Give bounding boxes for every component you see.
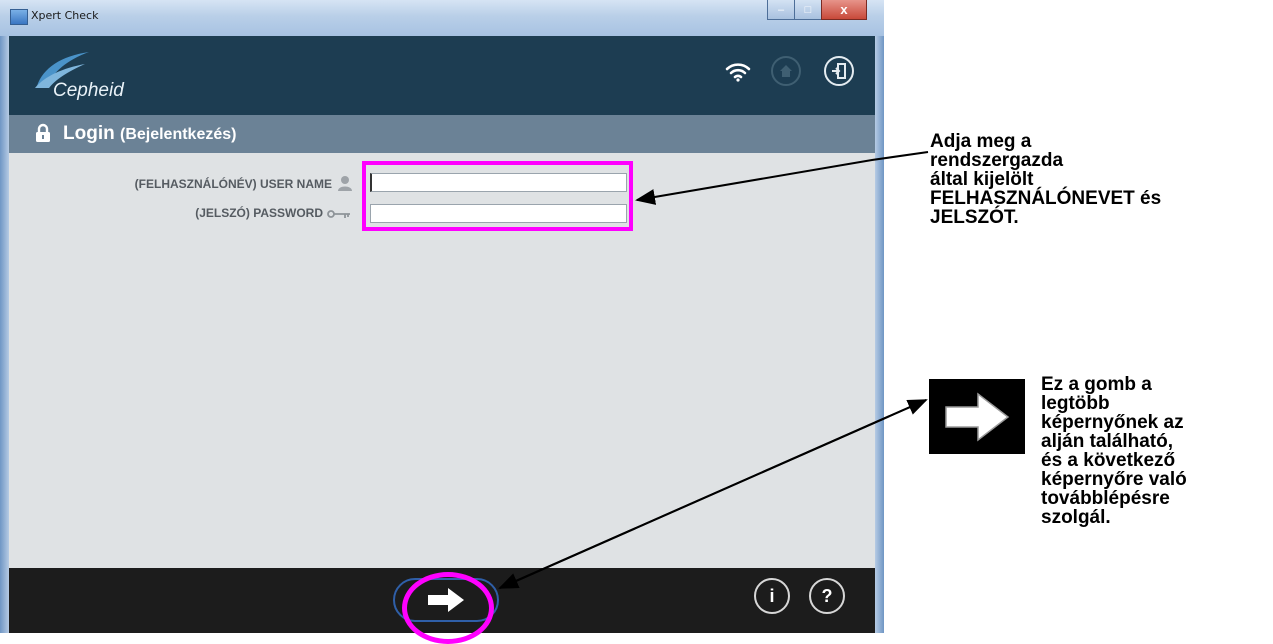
page-title-translation: (Bejelentkezés): [119, 126, 237, 143]
username-label: (FELHASZNÁLÓNÉV) USER NAME: [134, 177, 332, 191]
password-label: (JELSZÓ) PASSWORD: [195, 206, 323, 220]
next-annotation-line: képernyőre való: [1041, 469, 1187, 490]
page-title: Login (Bejelentkezés): [63, 123, 236, 145]
help-button[interactable]: ?: [809, 578, 845, 614]
info-button[interactable]: i: [754, 578, 790, 614]
minimize-button[interactable]: –: [767, 0, 794, 20]
app-icon: [10, 9, 28, 25]
fields-annotation-line: által kijelölt: [930, 169, 1034, 190]
window-title: Xpert Check: [31, 9, 99, 22]
next-annotation-line: képernyőnek az: [1041, 412, 1184, 433]
logo-text: Cepheid: [53, 80, 124, 101]
exit-button[interactable]: [824, 56, 854, 86]
next-annotation-line: szolgál.: [1041, 507, 1111, 528]
next-button-annotation: Ez a gomb a legtöbb képernyőnek az alján…: [1041, 375, 1256, 527]
fields-annotation-line: Adja meg a: [930, 131, 1032, 152]
login-bar: Login (Bejelentkezés): [9, 115, 875, 153]
exit-icon: [832, 63, 846, 79]
cepheid-logo: Cepheid: [33, 50, 163, 106]
close-button[interactable]: x: [821, 0, 867, 20]
key-icon: [327, 210, 350, 218]
next-annotation-line: legtöbb: [1041, 393, 1110, 414]
fields-annotation: Adja meg a rendszergazda által kijelölt …: [930, 132, 1270, 227]
app-header: Cepheid: [9, 36, 875, 115]
application-window: Xpert Check – □ x Cepheid Login (Bejelen…: [0, 0, 884, 633]
next-annotation-line: Ez a gomb a: [1041, 374, 1152, 395]
user-icon: [338, 176, 352, 191]
arrow-right-icon: [945, 391, 1010, 442]
window-frame-left: [0, 36, 9, 633]
fields-annotation-line: rendszergazda: [930, 150, 1064, 171]
sample-next-arrow: [929, 379, 1025, 454]
window-frame-right: [875, 36, 884, 633]
next-button-highlight-circle: [402, 572, 494, 644]
fields-highlight-box: [362, 161, 633, 231]
maximize-button[interactable]: □: [794, 0, 821, 20]
window-controls: – □ x: [767, 0, 867, 21]
fields-annotation-line: JELSZÓT.: [930, 207, 1019, 228]
window-titlebar[interactable]: Xpert Check – □ x: [0, 0, 884, 37]
page-title-text: Login: [63, 123, 115, 144]
next-annotation-line: alján található,: [1041, 431, 1173, 452]
next-annotation-line: és a következő: [1041, 450, 1176, 471]
fields-annotation-line: FELHASZNÁLÓNEVET és: [930, 188, 1162, 209]
lock-icon: [36, 123, 50, 142]
home-icon: [780, 65, 792, 77]
wifi-icon: [725, 63, 751, 82]
login-content: (FELHASZNÁLÓNÉV) USER NAME (JELSZÓ) PASS…: [9, 153, 875, 568]
next-annotation-line: továbblépésre: [1041, 488, 1170, 509]
home-button[interactable]: [771, 56, 801, 86]
